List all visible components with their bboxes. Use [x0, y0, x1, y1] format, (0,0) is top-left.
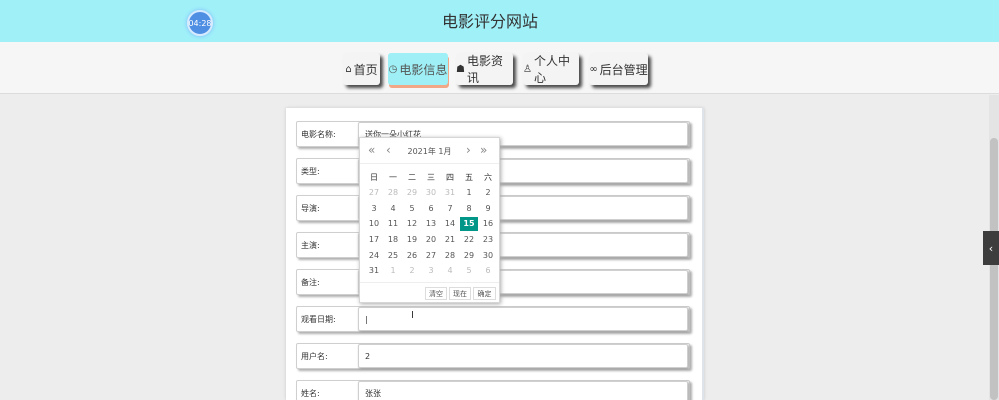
next-month-icon[interactable]: › — [466, 143, 471, 157]
nav-movie-news[interactable]: ☗ 电影资讯 — [456, 53, 513, 85]
name-input[interactable]: 张张 — [358, 381, 688, 400]
date-cell[interactable]: 30 — [422, 186, 440, 200]
movie-name-label: 电影名称: — [301, 130, 336, 139]
main-nav: ⌂ 首页 ◷ 电影信息 ☗ 电影资讯 ♙ 个人中心 ∞ 后台管理 — [0, 42, 999, 94]
home-icon: ⌂ — [345, 63, 352, 75]
cast-label: 主演: — [301, 241, 320, 250]
date-cell[interactable]: 25 — [384, 248, 402, 262]
type-label: 类型: — [301, 167, 320, 176]
director-label: 导演: — [301, 204, 320, 213]
date-cell[interactable]: 4 — [441, 264, 459, 278]
weekday-header: 日 — [370, 172, 378, 182]
date-cell[interactable]: 23 — [479, 232, 497, 246]
date-cell[interactable]: 11 — [384, 217, 402, 231]
date-cell[interactable]: 28 — [384, 186, 402, 200]
nav-movie-info[interactable]: ◷ 电影信息 — [388, 53, 448, 85]
date-cell[interactable]: 29 — [403, 186, 421, 200]
nav-home[interactable]: ⌂ 首页 — [343, 53, 380, 85]
text-cursor-icon: I — [411, 310, 414, 321]
date-cell[interactable]: 30 — [479, 248, 497, 262]
date-cell[interactable]: 1 — [460, 186, 478, 200]
now-button[interactable]: 现在 — [449, 287, 471, 300]
username-input[interactable]: 2 — [358, 344, 688, 368]
next-year-icon[interactable]: » — [480, 143, 487, 157]
date-cell[interactable]: 18 — [384, 232, 402, 246]
date-cell[interactable]: 24 — [365, 248, 383, 262]
date-cell[interactable]: 10 — [365, 217, 383, 231]
clock-icon: ◷ — [388, 63, 398, 75]
date-cell[interactable]: 28 — [441, 248, 459, 262]
date-cell[interactable]: 16 — [479, 217, 497, 231]
date-cell[interactable]: 3 — [365, 201, 383, 215]
date-cell[interactable]: 6 — [479, 264, 497, 278]
nav-admin[interactable]: ∞ 后台管理 — [589, 53, 648, 85]
date-picker-footer: 清空 现在 确定 — [360, 282, 499, 302]
weekday-header: 二 — [408, 172, 416, 182]
date-cell[interactable]: 6 — [422, 201, 440, 215]
weekday-header: 五 — [465, 172, 473, 182]
date-cell[interactable]: 4 — [384, 201, 402, 215]
graduation-cap-icon: ☗ — [456, 63, 465, 75]
side-panel-toggle[interactable]: ‹ — [983, 231, 999, 265]
date-cell[interactable]: 7 — [441, 201, 459, 215]
weekday-header: 四 — [446, 172, 454, 182]
nav-personal-center[interactable]: ♙ 个人中心 — [523, 53, 579, 85]
chevron-left-icon: ‹ — [988, 241, 994, 255]
date-cell[interactable]: 1 — [384, 264, 402, 278]
nav-personal-center-label: 个人中心 — [533, 54, 570, 85]
date-cell[interactable]: 27 — [422, 248, 440, 262]
link-icon: ∞ — [589, 63, 598, 75]
date-picker-header: « ‹ 2021年 1月 › » — [360, 138, 499, 164]
nav-movie-info-label: 电影信息 — [399, 62, 448, 77]
date-cell[interactable]: 2 — [479, 186, 497, 200]
watch-date-label: 观看日期: — [301, 315, 336, 324]
name-label: 姓名: — [301, 389, 320, 398]
date-cell[interactable]: 8 — [460, 201, 478, 215]
user-icon: ♙ — [523, 63, 532, 75]
date-cell[interactable]: 5 — [403, 201, 421, 215]
date-picker-title[interactable]: 2021年 1月 — [360, 146, 499, 157]
date-cell[interactable]: 5 — [460, 264, 478, 278]
date-cell[interactable]: 2 — [403, 264, 421, 278]
date-cell[interactable]: 20 — [422, 232, 440, 246]
page-scrollbar-thumb[interactable] — [990, 138, 998, 400]
weekday-header: 三 — [427, 172, 435, 182]
date-cell[interactable]: 19 — [403, 232, 421, 246]
date-cell[interactable]: 26 — [403, 248, 421, 262]
confirm-button[interactable]: 确定 — [473, 287, 496, 300]
form-row-name: 姓名: 张张 — [296, 380, 690, 400]
date-cell[interactable]: 14 — [441, 217, 459, 231]
date-cell[interactable]: 31 — [441, 186, 459, 200]
weekday-header: 六 — [484, 172, 492, 182]
nav-movie-news-label: 电影资讯 — [466, 54, 503, 85]
nav-admin-label: 后台管理 — [599, 62, 648, 77]
date-cell[interactable]: 21 — [441, 232, 459, 246]
date-cell[interactable]: 29 — [460, 248, 478, 262]
clear-button[interactable]: 清空 — [425, 287, 447, 300]
watch-date-input[interactable]: | — [358, 307, 688, 331]
form-row-username: 用户名: 2 — [296, 343, 690, 369]
site-header: 04:28 电影评分网站 — [0, 0, 999, 42]
form-row-watch-date: 观看日期: | — [296, 306, 690, 332]
date-picker-popup: « ‹ 2021年 1月 › » 日一二三四五六 27 28 29 30 31 1 2 3 4 5 6… — [359, 137, 500, 303]
date-cell[interactable]: 3 — [422, 264, 440, 278]
remark-label: 备注: — [301, 278, 320, 287]
date-cell[interactable]: 22 — [460, 232, 478, 246]
date-cell[interactable]: 31 — [365, 264, 383, 278]
date-cell[interactable]: 17 — [365, 232, 383, 246]
nav-home-label: 首页 — [353, 62, 378, 77]
date-cell-selected[interactable]: 15 — [460, 216, 478, 231]
date-cell[interactable]: 12 — [403, 217, 421, 231]
date-cell[interactable]: 9 — [479, 201, 497, 215]
weekday-header: 一 — [389, 172, 397, 182]
date-cell[interactable]: 27 — [365, 186, 383, 200]
date-cell[interactable]: 13 — [422, 217, 440, 231]
username-label: 用户名: — [301, 352, 328, 361]
site-title: 电影评分网站 — [441, 12, 538, 31]
